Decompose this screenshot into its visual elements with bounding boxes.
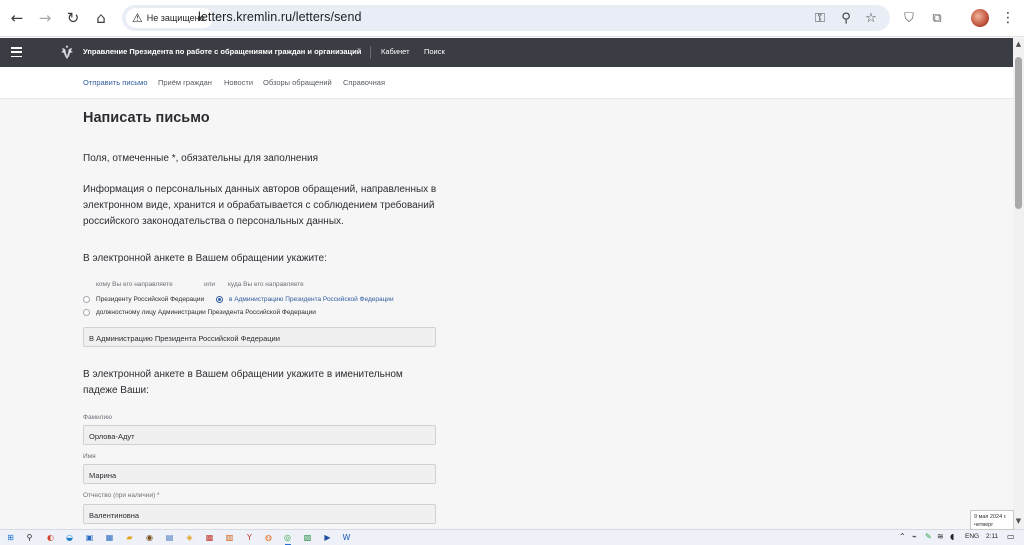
tray-app-icon[interactable]: ⌁ [912, 532, 917, 541]
radio-caption-where: куда Вы его направляете [228, 281, 304, 288]
patronymic-label: Отчество (при наличии) * [83, 492, 160, 499]
radio-official[interactable]: должностному лицу Администрации Президен… [83, 309, 316, 316]
nav-reviews[interactable]: Обзоры обращений [263, 78, 332, 87]
warning-triangle-icon: ⚠ [132, 11, 143, 25]
app-icon-6[interactable]: ◈ [184, 532, 195, 543]
profile-avatar[interactable] [971, 9, 989, 27]
letter-form: Написать письмо Поля, отмеченные *, обяз… [0, 100, 1013, 529]
language-indicator[interactable]: ENG [965, 533, 979, 540]
app-icon-3[interactable]: ▦ [104, 532, 115, 543]
radio-label: должностному лицу Администрации Президен… [96, 309, 316, 316]
surname-label: Фамилию [83, 414, 112, 421]
media-player-icon[interactable]: ▶ [322, 532, 333, 543]
back-button[interactable]: ← [7, 8, 27, 28]
chrome-icon[interactable]: ◎ [282, 532, 293, 543]
nav-news[interactable]: Новости [224, 78, 253, 87]
excel-icon[interactable]: ▧ [302, 532, 313, 543]
radio-caption-whom: кому Вы его направляете [96, 281, 173, 288]
eagle-emblem-icon [61, 45, 73, 59]
radio-caption-or: или [204, 281, 216, 288]
shield-extension-icon[interactable]: ⛉ [900, 9, 918, 27]
kebab-menu-icon[interactable]: ⋮ [999, 9, 1017, 27]
site-title[interactable]: Управление Президента по работе с обраще… [83, 47, 361, 56]
surname-input[interactable]: Орлова-Адут [83, 425, 436, 445]
secure-label: Не защищено [146, 13, 205, 23]
radio-label: в Администрацию Президента Российской Фе… [229, 296, 394, 303]
file-explorer-icon[interactable]: ▰ [124, 532, 135, 543]
taskbar: ⊞ ⚲ ◐ ◒ ▣ ▦ ▰ ◉ ▤ ◈ ▩ ▥ Y ◍ ◎ ▧ ▶ W ⌃ ⌁ … [0, 529, 1024, 545]
name-input[interactable]: Марина [83, 464, 436, 484]
puzzle-icon[interactable]: ⧉ [928, 9, 946, 27]
windows-start-icon[interactable]: ⊞ [5, 532, 16, 543]
clock-time[interactable]: 2:11 [986, 533, 998, 540]
magnifier-icon[interactable]: ⚲ [838, 10, 854, 26]
radio-button[interactable] [83, 309, 90, 316]
site-header: Управление Президента по работе с обраще… [0, 38, 1013, 67]
app-icon-1[interactable]: ◐ [45, 532, 56, 543]
required-note: Поля, отмеченные *, обязательны для запо… [83, 153, 319, 164]
scroll-up-arrow-icon[interactable]: ▲ [1014, 40, 1023, 50]
privacy-text: Информация о персональных данных авторов… [83, 184, 437, 227]
section-heading-recipient: В электронной анкете в Вашем обращении у… [83, 253, 327, 264]
browser-edge-icon[interactable]: ◒ [64, 532, 75, 543]
recipient-field[interactable]: В Администрацию Президента Российской Фе… [83, 327, 436, 347]
address-bar[interactable]: ⚠ Не защищено letters.kremlin.ru/letters… [122, 5, 890, 31]
radio-label: Президенту Российской Федерации [96, 296, 205, 303]
cabinet-link[interactable]: Кабинет [381, 47, 410, 56]
patronymic-input[interactable]: Валентиновна [83, 504, 436, 524]
search-link[interactable]: Поиск [424, 47, 445, 56]
reload-button[interactable]: ↻ [63, 8, 83, 28]
app-icon-7[interactable]: ▩ [204, 532, 215, 543]
scroll-down-arrow-icon[interactable]: ▼ [1014, 517, 1023, 527]
browser-toolbar: ← → ↻ ⌂ ⚠ Не защищено letters.kremlin.ru… [0, 0, 1024, 37]
yandex-icon[interactable]: Y [244, 532, 255, 543]
date-tooltip: 9 мая 2024 г. четверг [970, 510, 1014, 530]
weekday-line: четверг [974, 522, 994, 528]
app-icon-8[interactable]: ▥ [224, 532, 235, 543]
tray-expand-icon[interactable]: ⌃ [899, 532, 906, 541]
page-title: Написать письмо [83, 110, 210, 126]
date-line: 9 мая 2024 г. [974, 514, 1007, 520]
section-nav: Отправить письмо Приём граждан Новости О… [0, 67, 1013, 99]
radio-president[interactable]: Президенту Российской Федерации [83, 296, 204, 303]
wifi-icon[interactable]: ≋ [937, 532, 944, 541]
section-heading-personal: В электронной анкете в Вашем обращении у… [83, 369, 403, 396]
nav-send-letter[interactable]: Отправить письмо [83, 78, 148, 87]
home-button[interactable]: ⌂ [91, 8, 111, 28]
nav-reception[interactable]: Приём граждан [158, 78, 212, 87]
notifications-icon[interactable]: ▭ [1007, 532, 1015, 541]
app-icon-4[interactable]: ◉ [144, 532, 155, 543]
url-text[interactable]: letters.kremlin.ru/letters/send [198, 10, 362, 24]
word-icon[interactable]: W [341, 532, 352, 543]
nav-reference[interactable]: Справочная [343, 78, 385, 87]
forward-button[interactable]: → [35, 8, 55, 28]
header-divider [370, 46, 371, 59]
name-label: Имя [83, 453, 96, 460]
hamburger-menu-icon[interactable] [11, 45, 22, 59]
key-icon[interactable]: ⚿ [812, 10, 828, 26]
radio-administration[interactable]: в Администрацию Президента Российской Фе… [216, 296, 394, 303]
app-icon-2[interactable]: ▣ [84, 532, 95, 543]
radio-button-checked[interactable] [216, 296, 223, 303]
volume-icon[interactable]: ◖ [950, 532, 954, 541]
app-icon-5[interactable]: ▤ [164, 532, 175, 543]
radio-button[interactable] [83, 296, 90, 303]
scroll-thumb[interactable] [1015, 57, 1022, 209]
star-icon[interactable]: ☆ [863, 10, 879, 26]
search-icon[interactable]: ⚲ [24, 532, 35, 543]
firefox-icon[interactable]: ◍ [263, 532, 274, 543]
tray-pen-icon[interactable]: ✎ [925, 532, 932, 541]
